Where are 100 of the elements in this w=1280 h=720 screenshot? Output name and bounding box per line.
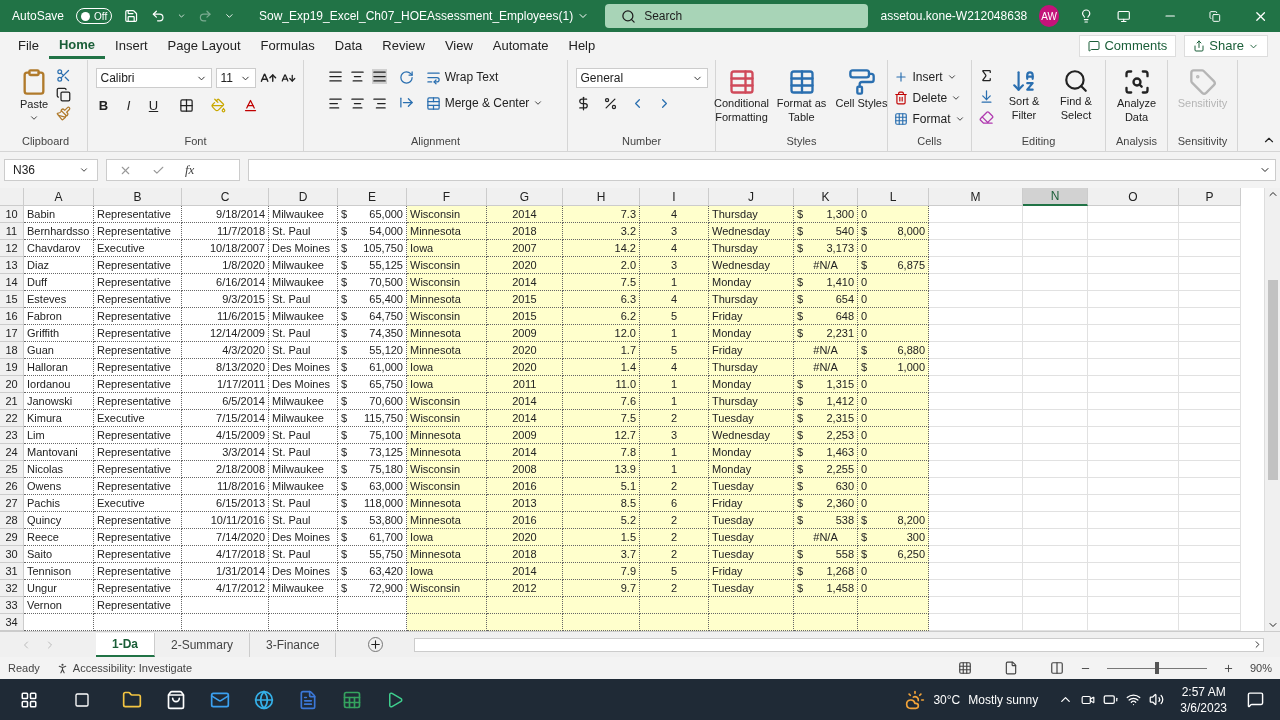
font-size-field[interactable]: 11 xyxy=(215,68,256,88)
comments-button[interactable]: Comments xyxy=(1079,35,1177,57)
row-header[interactable]: 29 xyxy=(0,529,24,546)
menu-tab[interactable]: Insert xyxy=(105,33,158,59)
font-style-button[interactable]: U xyxy=(145,96,162,116)
play-icon[interactable] xyxy=(386,690,404,709)
page-break-icon[interactable] xyxy=(1049,661,1064,675)
row-header[interactable]: 22 xyxy=(0,410,24,427)
row-header[interactable]: 16 xyxy=(0,308,24,325)
start-icon[interactable] xyxy=(20,690,38,709)
row-header[interactable]: 31 xyxy=(0,563,24,580)
formula-field[interactable] xyxy=(248,159,1276,181)
editing-button[interactable]: Find & Select xyxy=(1054,68,1098,125)
clock-time[interactable]: 2:57 AM xyxy=(1181,683,1226,700)
autosum-icon[interactable] xyxy=(979,68,994,83)
column-header[interactable]: I xyxy=(672,188,676,206)
wrap-text-button[interactable]: Wrap Text xyxy=(425,68,544,86)
font-color-icon[interactable] xyxy=(242,98,258,114)
weather-icon[interactable] xyxy=(905,689,926,710)
cells-button[interactable]: Format xyxy=(894,110,965,128)
column-header[interactable]: F xyxy=(442,188,451,206)
file-name[interactable]: Sow_Exp19_Excel_Ch07_HOEAssessment_Employees(1) xyxy=(258,7,590,25)
row-header[interactable]: 21 xyxy=(0,393,24,410)
menu-tab[interactable]: Page Layout xyxy=(157,33,251,59)
vertical-scrollbar[interactable] xyxy=(1264,188,1280,631)
menu-tab[interactable]: View xyxy=(434,33,483,59)
menu-tab[interactable]: Review xyxy=(372,33,435,59)
zoom-slider-thumb[interactable] xyxy=(1154,661,1159,674)
font-style-button[interactable]: B xyxy=(95,96,112,116)
horizontal-scrollbar[interactable] xyxy=(414,637,1264,652)
column-header[interactable]: D xyxy=(298,188,308,206)
browser-icon[interactable] xyxy=(254,689,274,710)
menu-tab[interactable]: Help xyxy=(558,33,606,59)
weather-text[interactable]: Mostly sunny xyxy=(968,690,1039,709)
save-icon[interactable] xyxy=(124,8,139,24)
sheet-tab[interactable]: 2-Summary xyxy=(155,632,251,657)
column-header[interactable]: K xyxy=(821,188,830,206)
normal-view-icon[interactable] xyxy=(957,661,972,675)
column-header[interactable]: M xyxy=(970,188,981,206)
notifications-icon[interactable] xyxy=(1247,691,1264,708)
column-header[interactable]: E xyxy=(368,188,376,206)
weather-temperature[interactable]: 30°C xyxy=(933,690,961,709)
document-app-icon[interactable] xyxy=(298,689,318,710)
zoom-level[interactable]: 90% xyxy=(1249,659,1272,677)
restore-icon[interactable] xyxy=(1209,9,1221,23)
menu-tab[interactable]: Automate xyxy=(482,33,559,59)
row-header[interactable]: 23 xyxy=(0,427,24,444)
page-layout-icon[interactable] xyxy=(1003,661,1018,675)
fill-color-icon[interactable] xyxy=(210,98,226,114)
align-left-icon[interactable] xyxy=(327,96,343,111)
column-header[interactable]: C xyxy=(220,188,230,206)
volume-icon[interactable] xyxy=(1149,692,1165,707)
align-right-icon[interactable] xyxy=(371,96,387,111)
row-header[interactable]: 17 xyxy=(0,325,24,342)
accessibility-button[interactable]: Accessibility: Investigate xyxy=(55,659,192,677)
column-header[interactable]: P xyxy=(1205,188,1214,206)
row-header[interactable]: 12 xyxy=(0,240,24,257)
fill-icon[interactable] xyxy=(979,89,994,104)
paste-button[interactable]: Paste xyxy=(19,68,49,123)
merge-center-button[interactable]: Merge & Center xyxy=(425,94,544,112)
middle-align-icon[interactable] xyxy=(349,69,365,84)
column-header[interactable]: O xyxy=(1128,188,1138,206)
eraser-icon[interactable] xyxy=(979,110,994,125)
editing-button[interactable]: Sort & Filter xyxy=(1002,68,1046,125)
orientation-icon[interactable] xyxy=(398,70,414,85)
copy-icon[interactable] xyxy=(56,87,72,102)
row-header[interactable]: 13 xyxy=(0,257,24,274)
font-name-field[interactable]: Calibri xyxy=(95,68,212,88)
insert-function-button[interactable]: fx xyxy=(185,160,195,180)
column-header[interactable]: A xyxy=(54,188,63,206)
row-header[interactable]: 19 xyxy=(0,359,24,376)
battery-icon[interactable] xyxy=(1103,692,1119,707)
column-header[interactable]: G xyxy=(519,188,530,206)
cut-icon[interactable] xyxy=(56,68,72,83)
row-header[interactable]: 26 xyxy=(0,478,24,495)
align-center-icon[interactable] xyxy=(349,96,365,111)
sheet-tab[interactable]: 1-Da xyxy=(96,632,155,657)
wifi-icon[interactable] xyxy=(1126,692,1142,707)
name-box[interactable]: N36 xyxy=(4,159,98,181)
column-header[interactable]: B xyxy=(133,188,142,206)
cells-button[interactable]: Insert xyxy=(894,68,965,86)
style-button[interactable]: Format as Table xyxy=(775,68,828,124)
style-button[interactable]: Cell Styles xyxy=(835,68,888,124)
task-view-icon[interactable] xyxy=(74,691,90,708)
column-header[interactable]: N xyxy=(1050,188,1060,205)
share-button[interactable]: Share xyxy=(1184,35,1268,57)
row-header[interactable]: 10 xyxy=(0,206,24,223)
borders-icon[interactable] xyxy=(178,98,194,114)
row-header[interactable]: 24 xyxy=(0,444,24,461)
analyze-data-button[interactable]: Analyze Data xyxy=(1112,68,1161,124)
search-field[interactable]: Search xyxy=(605,4,869,28)
menu-tab[interactable]: Data xyxy=(324,33,373,59)
row-header[interactable]: 15 xyxy=(0,291,24,308)
row-header[interactable]: 30 xyxy=(0,546,24,563)
undo-icon[interactable] xyxy=(150,8,165,24)
row-header[interactable]: 34 xyxy=(0,614,24,631)
spreadsheet-app-icon[interactable] xyxy=(342,689,362,710)
style-button[interactable]: Conditional Formatting xyxy=(715,68,768,124)
row-header[interactable]: 11 xyxy=(0,223,24,240)
cells-button[interactable]: Delete xyxy=(894,89,965,107)
